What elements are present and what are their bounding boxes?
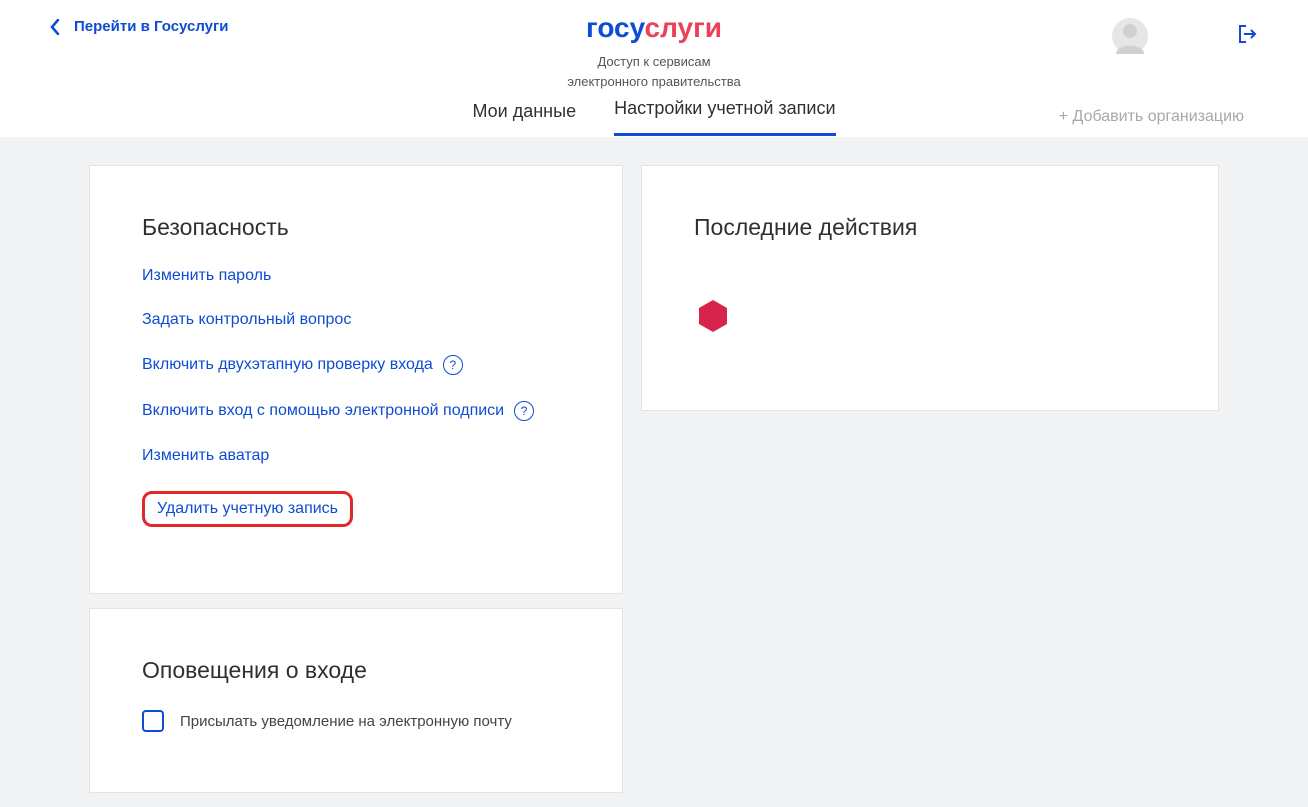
- loading-indicator-icon: [694, 297, 732, 335]
- chevron-left-icon: [50, 19, 60, 35]
- enable-two-step-link[interactable]: Включить двухэтапную проверку входа: [142, 356, 433, 374]
- back-label: Перейти в Госуслуги: [74, 18, 229, 35]
- delete-account-link[interactable]: Удалить учетную запись: [157, 500, 338, 518]
- right-column: Последние действия: [641, 165, 1219, 807]
- security-card: Безопасность Изменить пароль Задать конт…: [89, 165, 623, 594]
- tagline: Доступ к сервисам электронного правитель…: [567, 52, 740, 91]
- notifications-card: Оповещения о входе Присылать уведомление…: [89, 608, 623, 793]
- set-security-question-link[interactable]: Задать контрольный вопрос: [142, 311, 351, 329]
- security-links: Изменить пароль Задать контрольный вопро…: [142, 267, 570, 527]
- recent-actions-title: Последние действия: [694, 214, 1166, 241]
- left-column: Безопасность Изменить пароль Задать конт…: [89, 165, 623, 807]
- content-area: Безопасность Изменить пароль Задать конт…: [0, 137, 1308, 807]
- add-organization-link[interactable]: + Добавить организацию: [1059, 108, 1244, 126]
- user-icon: [1112, 18, 1148, 54]
- top-bar: Перейти в Госуслуги госуслуги Доступ к с…: [0, 0, 1308, 58]
- logo-block: госуслуги Доступ к сервисам электронного…: [567, 12, 740, 91]
- help-icon[interactable]: ?: [443, 355, 463, 375]
- back-to-gosuslugi-link[interactable]: Перейти в Госуслуги: [50, 18, 229, 35]
- recent-actions-card: Последние действия: [641, 165, 1219, 411]
- enable-esignature-login-link[interactable]: Включить вход с помощью электронной подп…: [142, 402, 504, 420]
- columns: Безопасность Изменить пароль Задать конт…: [89, 165, 1219, 807]
- site-logo: госуслуги: [567, 12, 740, 44]
- tab-account-settings[interactable]: Настройки учетной записи: [614, 98, 835, 136]
- email-notification-row: Присылать уведомление на электронную поч…: [142, 710, 570, 732]
- avatar[interactable]: [1112, 18, 1148, 54]
- top-right-controls: [1112, 18, 1258, 54]
- notifications-title: Оповещения о входе: [142, 657, 570, 684]
- logout-icon: [1238, 24, 1258, 44]
- highlight-annotation: Удалить учетную запись: [142, 491, 353, 527]
- change-avatar-link[interactable]: Изменить аватар: [142, 447, 269, 465]
- email-notification-label: Присылать уведомление на электронную поч…: [180, 713, 512, 730]
- change-password-link[interactable]: Изменить пароль: [142, 267, 271, 285]
- tab-my-data[interactable]: Мои данные: [472, 101, 576, 136]
- tabs-center: Мои данные Настройки учетной записи: [472, 98, 835, 136]
- logout-button[interactable]: [1238, 24, 1258, 49]
- security-title: Безопасность: [142, 214, 570, 241]
- help-icon[interactable]: ?: [514, 401, 534, 421]
- email-notification-checkbox[interactable]: [142, 710, 164, 732]
- tabs-row: Мои данные Настройки учетной записи + До…: [0, 98, 1308, 137]
